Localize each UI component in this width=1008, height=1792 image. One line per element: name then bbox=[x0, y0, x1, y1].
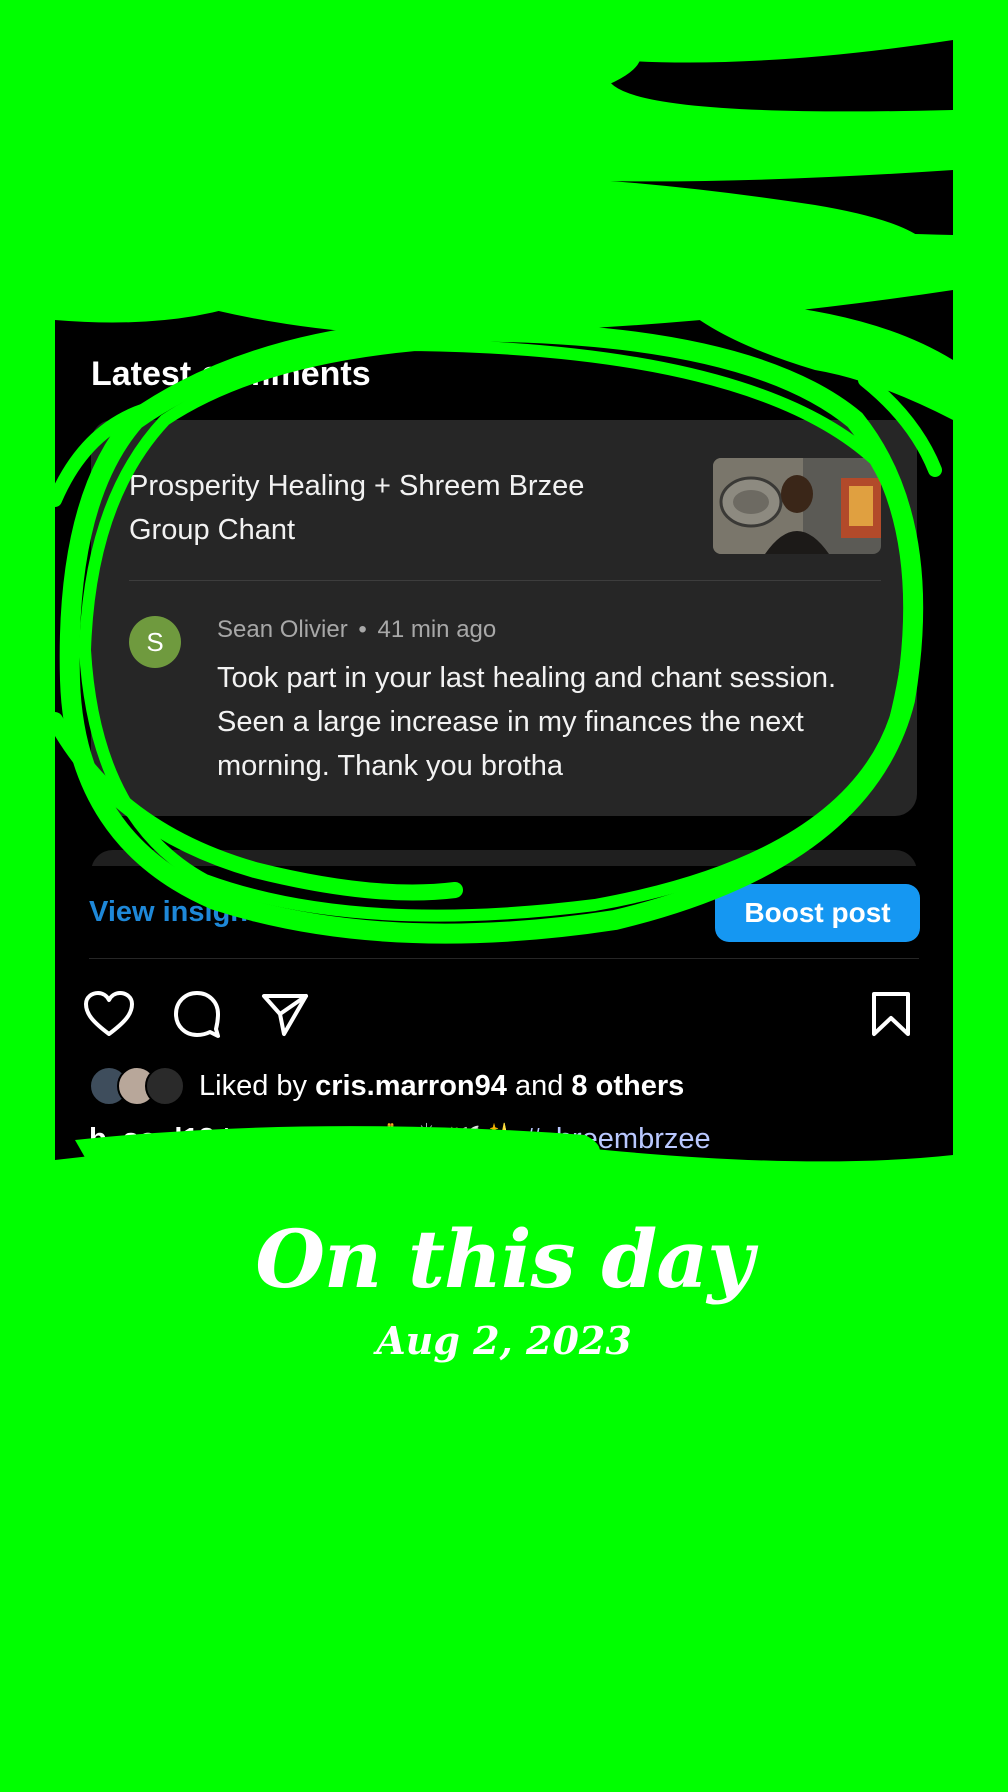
liked-by-prefix: Liked by bbox=[199, 1069, 308, 1102]
video-thumbnail-image bbox=[713, 458, 881, 554]
caption-emojis: 🙏🙌🕊️✨ bbox=[372, 1123, 518, 1155]
comment-text: Took part in your last healing and chant… bbox=[217, 662, 837, 782]
likes-row[interactable]: Liked by cris.marron94 and 8 others bbox=[89, 1066, 684, 1106]
on-this-day-title: On this day bbox=[255, 1212, 753, 1306]
comment-time: 41 min ago bbox=[377, 616, 497, 643]
meta-separator: • bbox=[358, 616, 367, 643]
caption-text: Love these bbox=[222, 1123, 365, 1155]
comment-button[interactable] bbox=[169, 986, 225, 1042]
post-screenshot: Decemb • • Latest comments Prosperity He… bbox=[55, 0, 953, 1792]
more-options-icon[interactable]: • • bbox=[891, 248, 919, 274]
insights-row: View insights Boost post bbox=[55, 866, 953, 958]
caption-username[interactable]: b_soul13 bbox=[89, 1123, 215, 1155]
comment-card[interactable]: Prosperity Healing + Shreem Brzee Group … bbox=[91, 420, 917, 816]
avatar-initial: S bbox=[146, 626, 164, 657]
liked-by-middle: and bbox=[514, 1069, 564, 1102]
post-thumbnail[interactable] bbox=[713, 458, 881, 554]
commenter-avatar[interactable]: S bbox=[129, 616, 181, 668]
chevron-left-icon bbox=[90, 63, 112, 103]
on-this-day-date: Aug 2, 2023 bbox=[376, 1318, 632, 1363]
liked-by-text: Liked by cris.marron94 and 8 others bbox=[199, 1070, 684, 1103]
comment-icon bbox=[174, 991, 220, 1038]
latest-comments-title: Latest comments bbox=[91, 355, 371, 393]
post-title: Prosperity Healing + Shreem Brzee Group … bbox=[129, 470, 585, 546]
share-button[interactable] bbox=[257, 986, 313, 1042]
liked-by-others[interactable]: 8 others bbox=[571, 1070, 684, 1102]
send-icon bbox=[262, 994, 308, 1036]
back-button[interactable] bbox=[81, 58, 121, 108]
liker-avatar bbox=[145, 1066, 185, 1106]
insights-divider bbox=[89, 958, 919, 959]
save-button[interactable] bbox=[863, 986, 919, 1042]
post-date-partial: Decemb bbox=[91, 150, 181, 177]
heart-icon bbox=[84, 991, 134, 1036]
like-button[interactable] bbox=[81, 986, 137, 1042]
comment-meta: Sean Olivier • 41 min ago bbox=[217, 616, 496, 644]
card-divider bbox=[129, 580, 881, 581]
caption-hashtag[interactable]: #shreembrzee bbox=[525, 1123, 710, 1155]
bookmark-icon bbox=[872, 992, 910, 1036]
liked-by-user[interactable]: cris.marron94 bbox=[315, 1070, 507, 1102]
boost-post-button[interactable]: Boost post bbox=[715, 884, 920, 942]
comment-author[interactable]: Sean Olivier bbox=[217, 616, 348, 643]
post-caption: b_soul13 Love these 🙏🙌🕊️✨ #shreembrzee bbox=[89, 1122, 711, 1156]
liker-avatars bbox=[89, 1066, 189, 1106]
view-insights-link[interactable]: View insights bbox=[89, 896, 274, 929]
